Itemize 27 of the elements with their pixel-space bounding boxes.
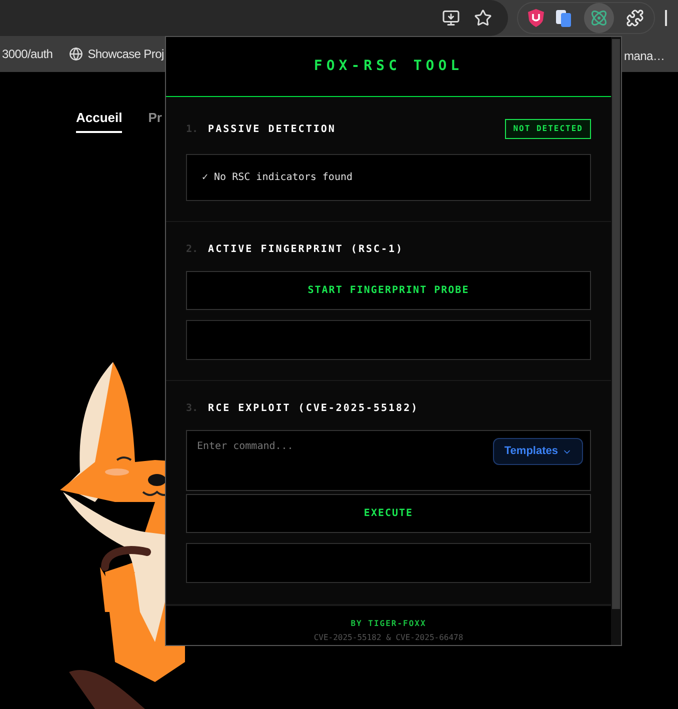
bookmark[interactable]: Showcase Proj <box>68 45 164 63</box>
result-text: ✓ No RSC indicators found <box>202 171 353 185</box>
section-title: PASSIVE DETECTION <box>208 122 336 136</box>
popup-title: FOX-RSC TOOL <box>314 57 464 76</box>
bookmark[interactable]: mana… <box>624 47 665 65</box>
nav-link[interactable]: Accueil <box>76 108 122 132</box>
probe-button[interactable]: START FINGERPRINT PROBE <box>186 271 591 310</box>
templates-button[interactable]: Templates <box>493 438 583 465</box>
install-icon[interactable] <box>442 9 460 27</box>
documents-icon[interactable] <box>556 9 572 27</box>
status-badge: NOT DETECTED <box>505 119 591 139</box>
puzzle-icon[interactable] <box>626 9 644 27</box>
credit-text: BY TIGER-FOXX <box>350 618 426 630</box>
globe-icon <box>68 47 83 61</box>
nav-link[interactable]: Pr <box>148 108 162 132</box>
star-icon[interactable] <box>474 9 492 27</box>
command-field[interactable]: Enter command... Templates <box>186 430 591 491</box>
atom-extension-button[interactable] <box>584 3 614 33</box>
cve-note: CVE-2025-55182 & CVE-2025-66478 <box>314 632 464 644</box>
shield-icon[interactable] <box>528 9 544 27</box>
scrollbar-thumb[interactable] <box>612 39 620 609</box>
atom-icon <box>590 9 608 27</box>
toolbar-divider <box>665 10 667 26</box>
execute-button[interactable]: EXECUTE <box>186 494 591 533</box>
section-title: RCE EXPLOIT (CVE-2025-55182) <box>208 402 419 416</box>
bookmark[interactable]: 3000/auth <box>2 45 53 63</box>
section-title: ACTIVE FINGERPRINT (RSC-1) <box>208 243 404 257</box>
